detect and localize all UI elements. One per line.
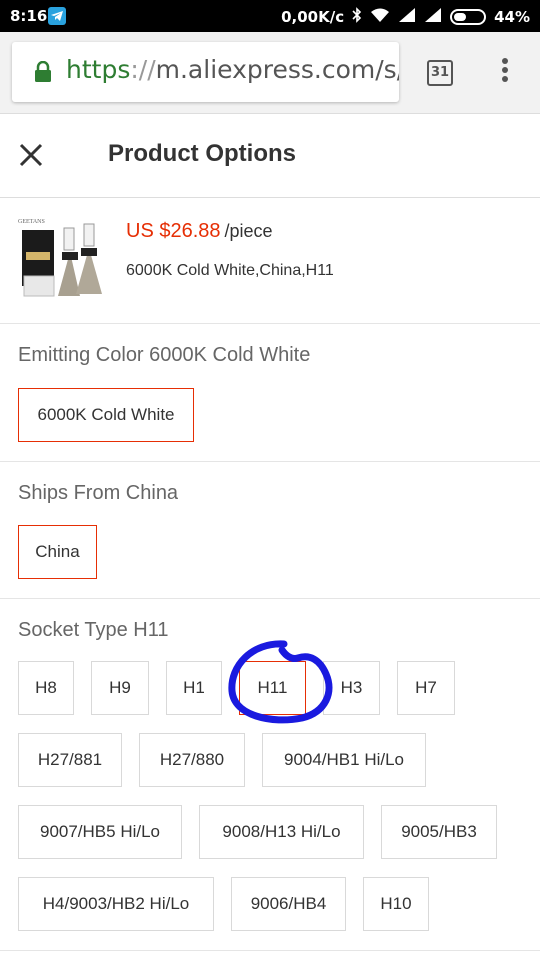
options-header: Product Options — [0, 114, 540, 198]
overflow-menu-icon[interactable] — [500, 58, 510, 88]
option-9006-hb4[interactable]: 9006/HB4 — [231, 877, 346, 931]
option-h11[interactable]: H11 — [239, 661, 306, 715]
section-label-ships: Ships From China — [18, 482, 179, 504]
address-bar[interactable]: https://m.aliexpress.com/s/ite — [12, 42, 399, 102]
option-china[interactable]: China — [18, 525, 97, 579]
option-h3[interactable]: H3 — [323, 661, 380, 715]
section-emitting-color: Emitting Color 6000K Cold White 6000K Co… — [0, 324, 540, 462]
section-label-socket: Socket Type H11 — [18, 619, 169, 641]
status-right: 0,00K/c 44% — [281, 7, 530, 27]
signal-icon-1 — [398, 7, 416, 27]
net-speed: 0,00K/c — [281, 8, 345, 26]
option-h10[interactable]: H10 — [363, 877, 429, 931]
option-h7[interactable]: H7 — [397, 661, 455, 715]
section-socket-type: Socket Type H11 H8 H9 H1 H11 H3 H7 H27/8… — [0, 599, 540, 951]
product-summary: GEETANS US $26.88/piece 6000K Cold White… — [0, 198, 540, 324]
close-icon[interactable] — [18, 142, 44, 168]
option-9008-h13[interactable]: 9008/H13 Hi/Lo — [199, 805, 364, 859]
browser-toolbar: https://m.aliexpress.com/s/ite 31 — [0, 32, 540, 114]
option-h27-880[interactable]: H27/880 — [139, 733, 245, 787]
option-9004-hb1[interactable]: 9004/HB1 Hi/Lo — [262, 733, 426, 787]
svg-text:GEETANS: GEETANS — [18, 219, 45, 225]
section-label-color: Emitting Color 6000K Cold White — [18, 344, 311, 366]
product-price: US $26.88/piece — [126, 220, 273, 242]
option-h4-9003-hb2[interactable]: H4/9003/HB2 Hi/Lo — [18, 877, 214, 931]
option-h8[interactable]: H8 — [18, 661, 74, 715]
option-9005-hb3[interactable]: 9005/HB3 — [381, 805, 497, 859]
selected-options-summary: 6000K Cold White,China,H11 — [126, 262, 334, 279]
option-h9[interactable]: H9 — [91, 661, 149, 715]
status-time: 8:16 — [10, 7, 48, 25]
telegram-icon — [48, 7, 66, 25]
section-ships-from: Ships From China China — [0, 462, 540, 599]
option-h27-881[interactable]: H27/881 — [18, 733, 122, 787]
battery-icon — [450, 9, 487, 25]
page-title: Product Options — [108, 140, 296, 167]
bluetooth-icon — [352, 7, 362, 27]
tab-switcher-button[interactable]: 31 — [427, 60, 453, 86]
option-6000k-cold-white[interactable]: 6000K Cold White — [18, 388, 194, 442]
option-9007-hb5[interactable]: 9007/HB5 Hi/Lo — [18, 805, 182, 859]
lock-icon — [34, 60, 52, 88]
status-bar: 8:16 0,00K/c 44% — [0, 0, 540, 32]
product-thumbnail: GEETANS — [18, 216, 110, 304]
battery-percent: 44% — [494, 8, 530, 26]
signal-icon-2 — [424, 7, 442, 27]
wifi-icon — [370, 7, 390, 27]
url-text: https://m.aliexpress.com/s/ite — [66, 55, 399, 84]
option-h1[interactable]: H1 — [166, 661, 222, 715]
